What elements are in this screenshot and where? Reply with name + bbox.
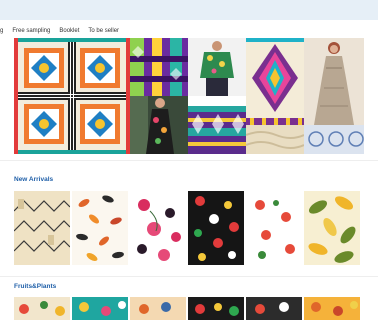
- section-divider: [0, 160, 378, 161]
- product-card-fruit-2[interactable]: [72, 297, 128, 320]
- product-card-dark-floral[interactable]: [188, 191, 244, 265]
- nav-item-booklet[interactable]: Booklet: [59, 28, 79, 34]
- banner-floral-shirt-model[interactable]: [188, 38, 246, 96]
- banner-maxi-dress-model[interactable]: [304, 38, 364, 125]
- product-card-fruit-5[interactable]: [246, 297, 302, 320]
- top-bar: [0, 0, 378, 20]
- nav-item-free-sampling[interactable]: Free sampling: [12, 28, 50, 34]
- new-arrivals-grid: [14, 191, 364, 265]
- nav-item-partial[interactable]: g: [0, 28, 3, 34]
- section-title-fruits-plants: Fruits&Plants: [14, 283, 57, 290]
- product-card-white-rose[interactable]: [246, 191, 302, 265]
- banner-blue-damask[interactable]: [304, 125, 364, 154]
- fruits-plants-grid: [14, 297, 364, 320]
- product-card-autumn-leaves[interactable]: [72, 191, 128, 265]
- hero-banner[interactable]: [14, 38, 364, 154]
- banner-aztec-pattern[interactable]: [246, 38, 304, 125]
- product-card-tropical-leaves[interactable]: [304, 191, 360, 265]
- banner-dress-model[interactable]: [130, 96, 188, 154]
- top-nav: g Free sampling Booklet To be seller: [0, 24, 378, 38]
- product-card-fruit-6[interactable]: [304, 297, 360, 320]
- banner-tan-texture[interactable]: [246, 125, 304, 154]
- banner-purple-ikat[interactable]: [130, 38, 188, 96]
- product-card-cream-mountain[interactable]: [14, 191, 70, 265]
- banner-geometric-pattern[interactable]: [14, 38, 130, 154]
- section-title-new-arrivals: New Arrivals: [14, 176, 54, 183]
- nav-item-to-be-seller[interactable]: To be seller: [88, 28, 119, 34]
- banner-blue-ikat[interactable]: [188, 96, 246, 154]
- product-card-fruit-4[interactable]: [188, 297, 244, 320]
- product-card-fruit-3[interactable]: [130, 297, 186, 320]
- product-card-pink-floral[interactable]: [130, 191, 186, 265]
- product-card-fruit-1[interactable]: [14, 297, 70, 320]
- section-divider: [0, 276, 378, 277]
